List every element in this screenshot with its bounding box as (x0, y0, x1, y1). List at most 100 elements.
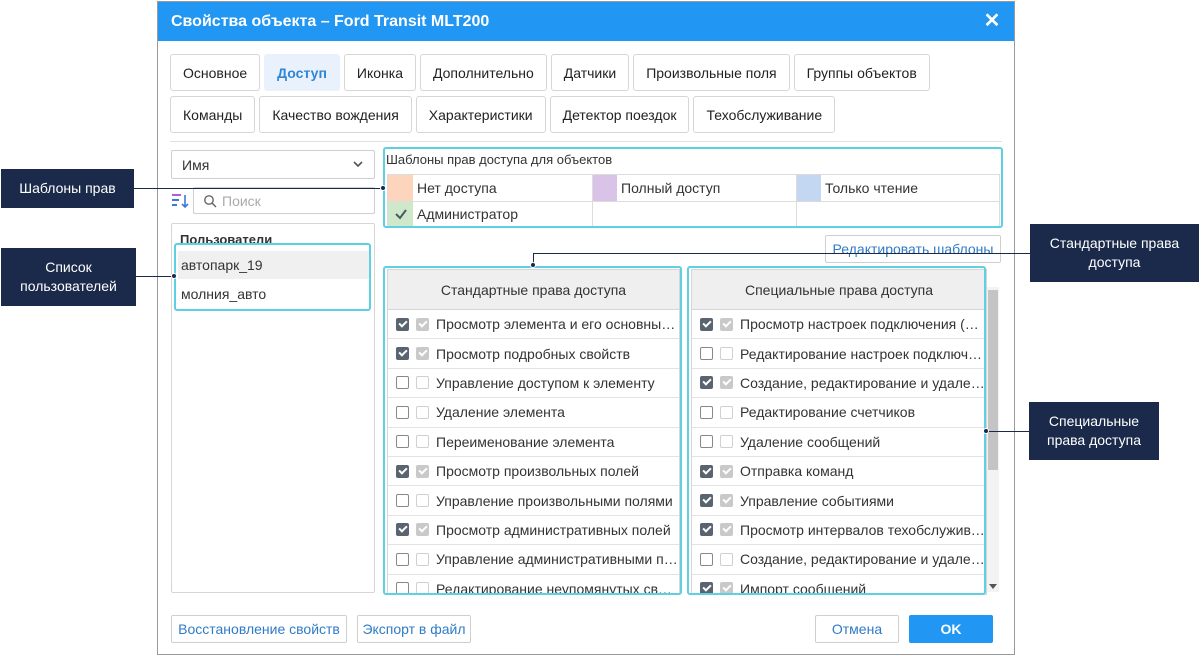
chevron-down-icon (353, 161, 363, 168)
template-no-access[interactable]: Нет доступа (388, 175, 592, 201)
right-label: Удаление элемента (436, 404, 565, 421)
right-checkbox[interactable] (396, 347, 409, 361)
right-row[interactable]: Управление доступом к элементу (388, 369, 679, 399)
right-checkbox[interactable] (700, 376, 713, 390)
right-row[interactable]: Просмотр произвольных полей (388, 457, 679, 487)
template-full-access[interactable]: Полный доступ (592, 175, 796, 201)
inherited-right-checkbox (720, 347, 733, 361)
right-row[interactable]: Просмотр подробных свойств (388, 339, 679, 369)
template-label: Нет доступа (417, 180, 497, 196)
scroll-down-icon[interactable] (989, 584, 997, 589)
sort-select[interactable]: Имя (171, 150, 375, 179)
right-row[interactable]: Создание, редактирование и удаление (692, 369, 986, 399)
right-row[interactable]: Редактирование неупомянутых свойств (388, 575, 679, 595)
inherited-right-checkbox (720, 464, 733, 478)
close-icon[interactable]: ✕ (983, 11, 1001, 31)
right-label: Импорт сообщений (740, 580, 867, 595)
right-label: Редактирование неупомянутых свойств (436, 580, 679, 595)
edit-templates-button[interactable]: Редактировать шаблоны (825, 235, 1001, 263)
tab-service-intervals[interactable]: Техобслуживание (693, 96, 836, 133)
template-label: Только чтение (825, 180, 919, 196)
ok-button[interactable]: OK (909, 615, 993, 643)
object-properties-dialog: Свойства объекта – Ford Transit MLT200 ✕… (157, 1, 1015, 655)
right-checkbox[interactable] (700, 435, 713, 449)
tab-eco-driving[interactable]: Качество вождения (259, 96, 412, 133)
template-administrator[interactable]: Администратор (388, 201, 592, 227)
right-checkbox[interactable] (396, 582, 409, 594)
right-row[interactable]: Управление произвольными полями (388, 486, 679, 516)
right-checkbox[interactable] (396, 376, 409, 390)
tab-general[interactable]: Основное (170, 54, 261, 91)
inherited-right-checkbox (720, 317, 733, 331)
user-search-input[interactable]: Поиск (193, 187, 375, 214)
right-checkbox[interactable] (396, 552, 409, 566)
right-checkbox[interactable] (700, 464, 713, 478)
right-checkbox[interactable] (396, 494, 409, 508)
right-checkbox[interactable] (700, 405, 713, 419)
right-checkbox[interactable] (700, 582, 713, 594)
right-row[interactable]: Просмотр административных полей (388, 516, 679, 546)
cancel-button[interactable]: Отмена (815, 615, 899, 643)
right-checkbox[interactable] (396, 405, 409, 419)
right-label: Управление произвольными полями (436, 492, 673, 509)
callout-special-rights: Специальные права доступа (1029, 402, 1159, 460)
callout-anchor (380, 185, 386, 191)
tab-sensors[interactable]: Датчики (550, 54, 630, 91)
right-row[interactable]: Управление административными полями (388, 545, 679, 575)
tab-icon[interactable]: Иконка (343, 54, 416, 91)
right-checkbox[interactable] (700, 494, 713, 508)
restore-properties-button[interactable]: Восстановление свойств (171, 615, 347, 643)
grid-divider (388, 201, 999, 202)
inherited-right-checkbox (720, 494, 733, 508)
tab-unit-groups[interactable]: Группы объектов (793, 54, 930, 91)
right-label: Редактирование настроек подключения (740, 345, 985, 362)
right-checkbox[interactable] (396, 523, 409, 537)
right-row[interactable]: Просмотр настроек подключения (… (692, 310, 986, 340)
right-checkbox[interactable] (396, 464, 409, 478)
right-row[interactable]: Редактирование настроек подключения (692, 339, 986, 369)
tab-access[interactable]: Доступ (264, 54, 340, 91)
tab-custom-fields[interactable]: Произвольные поля (633, 54, 790, 91)
right-row[interactable]: Удаление элемента (388, 398, 679, 428)
callout-users: Список пользователей (1, 248, 136, 306)
right-checkbox[interactable] (700, 347, 713, 361)
inherited-right-checkbox (416, 464, 429, 478)
right-row[interactable]: Импорт сообщений (692, 575, 986, 595)
right-row[interactable]: Просмотр интервалов техобслуживания (692, 516, 986, 546)
right-row[interactable]: Создание, редактирование и удаление (692, 545, 986, 575)
tab-trip-detector[interactable]: Детектор поездок (549, 96, 690, 133)
right-checkbox[interactable] (396, 317, 409, 331)
tabs-row-2: Команды Качество вождения Характеристики… (170, 96, 836, 133)
tab-profile[interactable]: Характеристики (415, 96, 546, 133)
tab-commands[interactable]: Команды (170, 96, 256, 133)
right-checkbox[interactable] (396, 435, 409, 449)
inherited-right-checkbox (720, 435, 733, 449)
rights-scrollbar[interactable] (987, 287, 999, 592)
tabs-separator (170, 141, 1002, 142)
right-checkbox[interactable] (700, 552, 713, 566)
callout-connector (136, 276, 174, 277)
inherited-right-checkbox (416, 552, 429, 566)
right-label: Удаление сообщений (740, 433, 881, 450)
right-row[interactable]: Редактирование счетчиков (692, 398, 986, 428)
user-item[interactable]: молния_авто (178, 280, 370, 308)
right-label: Создание, редактирование и удаление (740, 374, 985, 391)
right-row[interactable]: Просмотр элемента и его основных свойств (388, 310, 679, 340)
right-checkbox[interactable] (700, 523, 713, 537)
right-row[interactable]: Удаление сообщений (692, 428, 986, 457)
inherited-right-checkbox (416, 347, 429, 361)
search-icon (204, 195, 217, 208)
right-row[interactable]: Отправка команд (692, 457, 986, 487)
sort-select-value: Имя (182, 156, 210, 173)
tab-advanced[interactable]: Дополнительно (420, 54, 547, 91)
user-item[interactable]: автопарк_19 (178, 251, 370, 279)
sort-order-icon[interactable] (171, 192, 189, 210)
right-row[interactable]: Управление событиями (692, 486, 986, 516)
inherited-right-checkbox (416, 494, 429, 508)
export-to-file-button[interactable]: Экспорт в файл (357, 615, 471, 643)
right-row[interactable]: Переименование элемента (388, 428, 679, 457)
right-checkbox[interactable] (700, 317, 713, 331)
template-read-only[interactable]: Только чтение (796, 175, 1000, 201)
scrollbar-thumb[interactable] (988, 290, 998, 470)
inherited-right-checkbox (416, 582, 429, 594)
